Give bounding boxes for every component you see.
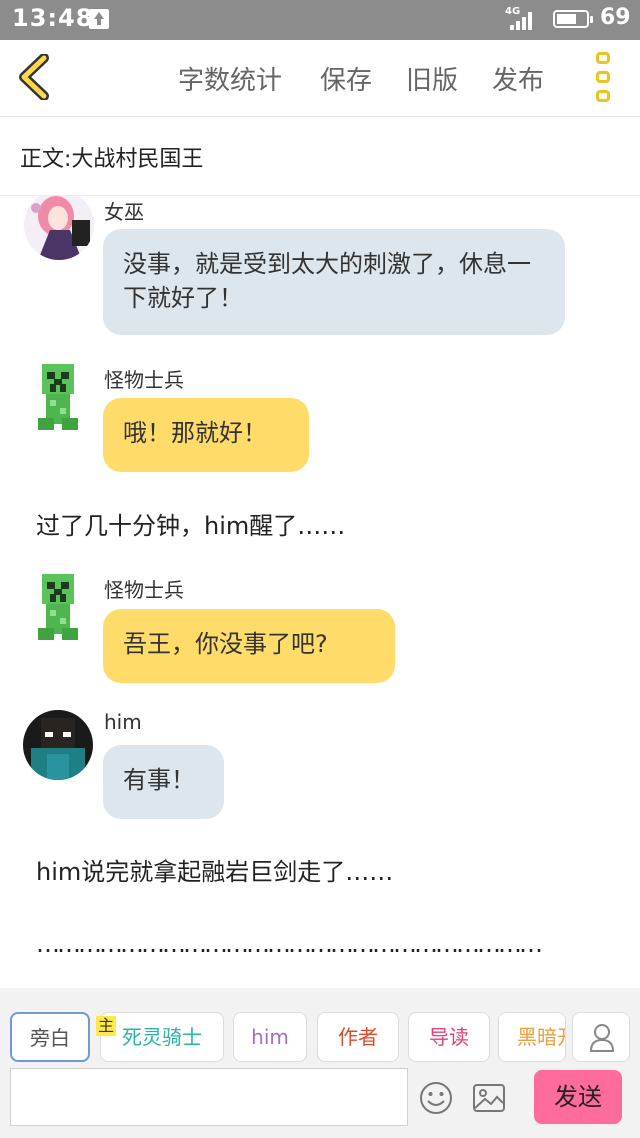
speaker-name: him <box>104 710 142 734</box>
speaker-name: 怪物士兵 <box>104 368 184 392</box>
character-chip-label: 黑暗开 <box>517 1025 565 1049</box>
avatar-witch[interactable] <box>24 196 94 260</box>
narration-text[interactable]: him说完就拿起融岩巨剑走了…… <box>36 852 393 887</box>
creeper-avatar-image <box>38 574 78 640</box>
character-chip-label: him <box>251 1025 289 1049</box>
character-chip-label: 旁白 <box>30 1026 70 1050</box>
person-icon <box>589 1024 615 1052</box>
message-input[interactable] <box>10 1068 408 1126</box>
character-chip[interactable]: 作者 <box>317 1012 399 1062</box>
send-button[interactable]: 发送 <box>534 1070 622 1124</box>
him-avatar-image <box>23 710 93 780</box>
publish-button[interactable]: 发布 <box>492 60 544 97</box>
message-bubble[interactable]: 吾王，你没事了吧? <box>103 609 395 683</box>
character-chip-label: 死灵骑士 <box>122 1025 202 1049</box>
speaker-name: 女巫 <box>104 200 144 224</box>
editor-toolbar: 字数统计 保存 旧版 发布 <box>0 40 640 117</box>
story-content[interactable]: 女巫 没事，就是受到太大的刺激了，休息一下就好了！ 怪物士兵 哦！那就好！ 过了… <box>0 196 640 988</box>
image-icon <box>473 1084 505 1112</box>
more-menu-button[interactable] <box>594 52 616 104</box>
protagonist-badge: 主 <box>96 1016 117 1036</box>
signal-icon <box>510 12 538 30</box>
creeper-avatar-image <box>38 364 78 430</box>
old-version-button[interactable]: 旧版 <box>406 60 458 97</box>
add-character-button[interactable] <box>572 1012 630 1062</box>
witch-avatar-image <box>24 196 94 260</box>
image-button[interactable] <box>471 1080 507 1116</box>
character-chip[interactable]: him <box>233 1012 307 1062</box>
composer-bar: 旁白 死灵骑士 主 him 作者 导读 黑暗开 发送 <box>0 988 640 1138</box>
message-bubble[interactable]: 哦！那就好！ <box>103 398 309 472</box>
character-chip[interactable]: 黑暗开 <box>498 1012 566 1062</box>
emoji-button[interactable] <box>418 1080 454 1116</box>
message-bubble[interactable]: 有事！ <box>103 745 224 819</box>
chevron-left-icon <box>19 53 49 101</box>
narration-text[interactable]: ……………………………………………………………… <box>36 930 543 958</box>
back-button[interactable] <box>14 53 54 101</box>
save-button[interactable]: 保存 <box>320 60 372 97</box>
character-chip-label: 导读 <box>429 1025 469 1049</box>
battery-percent: 69 <box>600 5 631 30</box>
battery-icon <box>553 10 593 28</box>
character-chip[interactable]: 旁白 <box>10 1012 90 1062</box>
character-chip-label: 作者 <box>338 1025 378 1049</box>
upload-notification-icon <box>89 9 109 29</box>
smiley-icon <box>420 1082 452 1114</box>
chapter-title: 正文:大战村民国王 <box>20 147 204 172</box>
chapter-title-bar[interactable]: 正文:大战村民国王 <box>0 117 640 196</box>
avatar-monster-soldier[interactable] <box>24 570 94 640</box>
narration-text[interactable]: 过了几十分钟，him醒了…… <box>36 506 345 541</box>
character-chip[interactable]: 死灵骑士 <box>100 1012 224 1062</box>
message-bubble[interactable]: 没事，就是受到太大的刺激了，休息一下就好了！ <box>103 229 565 335</box>
word-count-button[interactable]: 字数统计 <box>178 60 282 97</box>
status-time: 13:48 <box>12 4 94 32</box>
status-bar: 13:48 4G 69 <box>0 0 640 40</box>
speaker-name: 怪物士兵 <box>104 578 184 602</box>
avatar-him[interactable] <box>23 710 93 780</box>
character-chip[interactable]: 导读 <box>408 1012 490 1062</box>
avatar-monster-soldier[interactable] <box>24 360 94 430</box>
